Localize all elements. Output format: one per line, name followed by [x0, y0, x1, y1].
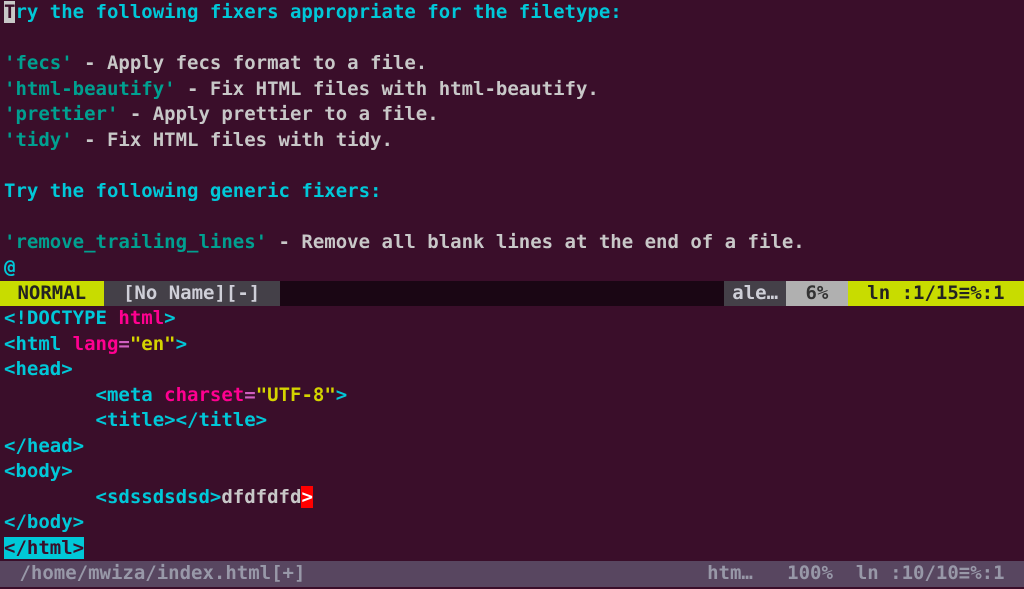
ale-indicator: ale… — [724, 281, 786, 307]
code-line[interactable]: <meta charset="UTF-8"> — [0, 383, 1024, 409]
statusline-top: NORMAL [No Name][-] ale… 6% ln :1/15≡%:1 — [0, 281, 1024, 307]
fixer-item: 'prettier' - Apply prettier to a file. — [0, 102, 1024, 128]
error-highlight: > — [301, 486, 312, 508]
statusline-bottom-right: htm… 100% ln :10/10≡%:1 — [707, 561, 1024, 587]
blank-line — [0, 204, 1024, 230]
code-line[interactable]: <body> — [0, 459, 1024, 485]
blank-line — [0, 26, 1024, 52]
code-line[interactable]: <html lang="en"> — [0, 332, 1024, 358]
generic-intro: Try the following generic fixers: — [0, 179, 1024, 205]
mode-indicator: NORMAL — [0, 281, 104, 307]
statusline-right: ale… 6% ln :1/15≡%:1 — [724, 281, 1024, 307]
blank-line — [0, 153, 1024, 179]
code-line-cursor[interactable]: </html> — [0, 536, 1024, 562]
fixer-intro: Try the following fixers appropriate for… — [0, 0, 1024, 26]
code-line[interactable]: <title></title> — [0, 408, 1024, 434]
statusline-fill — [280, 281, 725, 307]
code-line[interactable]: </head> — [0, 434, 1024, 460]
fixer-item: 'tidy' - Fix HTML files with tidy. — [0, 128, 1024, 154]
cursor-block: T — [4, 1, 15, 23]
generic-fixer-item: 'remove_trailing_lines' - Remove all bla… — [0, 230, 1024, 256]
fixer-item: 'html-beautify' - Fix HTML files with ht… — [0, 77, 1024, 103]
code-line[interactable]: <!DOCTYPE html> — [0, 306, 1024, 332]
position-indicator: ln :1/15≡%:1 — [848, 281, 1024, 307]
code-line[interactable]: <head> — [0, 357, 1024, 383]
file-path: /home/mwiza/index.html[+] — [0, 561, 707, 587]
code-line[interactable]: </body> — [0, 510, 1024, 536]
statusline-bottom: /home/mwiza/index.html[+] htm… 100% ln :… — [0, 561, 1024, 587]
code-line[interactable]: <sdssdsdsd>dfdfdfd> — [0, 485, 1024, 511]
terminal-screen: Try the following fixers appropriate for… — [0, 0, 1024, 589]
buffer-name: [No Name][-] — [104, 281, 280, 307]
fixer-item: 'fecs' - Apply fecs format to a file. — [0, 51, 1024, 77]
percent-indicator: 6% — [786, 281, 848, 307]
cursor-line-highlight: </html> — [4, 537, 84, 559]
at-indicator: @ — [0, 255, 1024, 281]
